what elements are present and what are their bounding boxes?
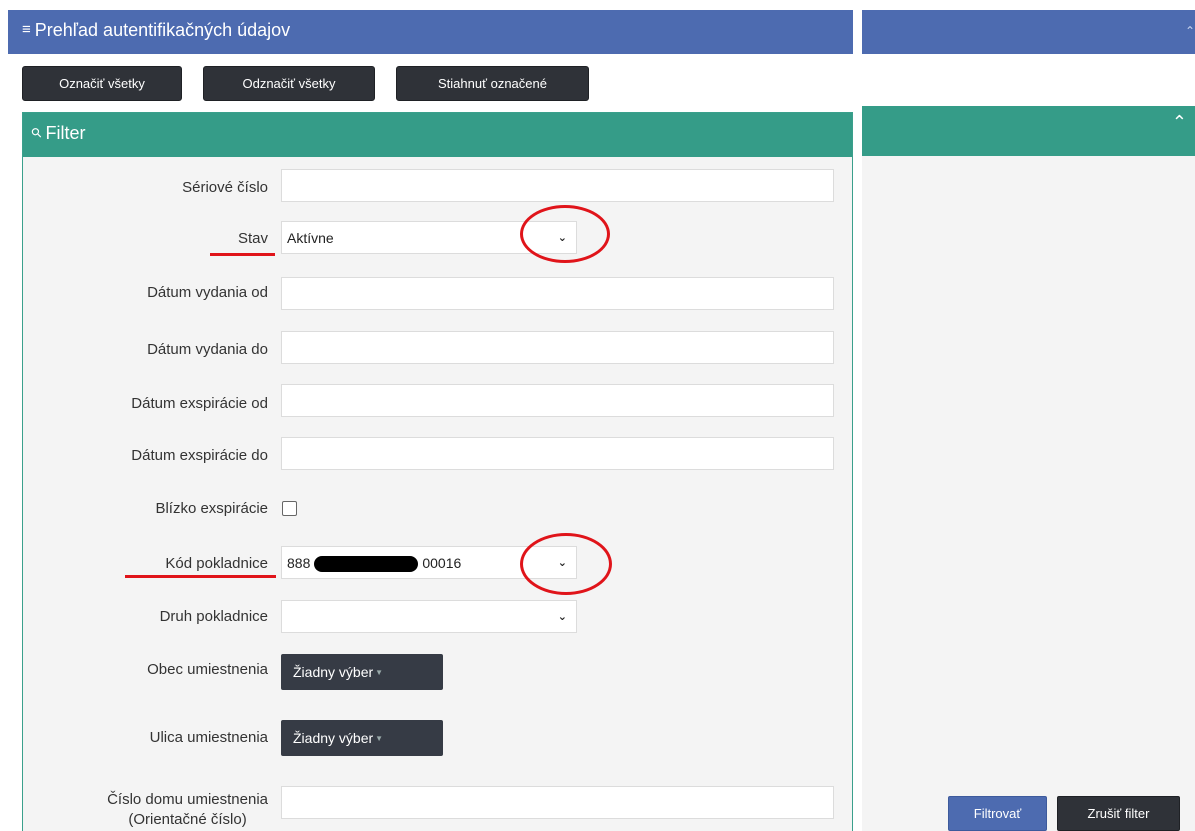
caret-down-icon: ▼ <box>375 734 384 743</box>
header-right-panel: ⌃ <box>862 10 1195 54</box>
issued-from-input[interactable] <box>281 277 834 310</box>
collapse-icon[interactable]: ⌃ <box>1185 24 1195 38</box>
near-expiry-checkbox[interactable] <box>282 501 297 516</box>
right-panel-body <box>862 156 1195 831</box>
deselect-all-button[interactable]: Odznačiť všetky <box>203 66 375 101</box>
near-expiry-label: Blízko exspirácie <box>155 500 268 517</box>
chevron-up-icon[interactable]: ⌃ <box>1172 112 1187 133</box>
house-number-label-line2: (Orientačné číslo) <box>128 811 247 828</box>
annotation-underline-status <box>210 253 275 256</box>
municipality-dropdown-value: Žiadny výber <box>293 664 374 680</box>
filter-apply-button[interactable]: Filtrovať <box>948 796 1047 831</box>
street-dropdown[interactable]: Žiadny výber ▼ <box>281 720 443 756</box>
register-type-select[interactable]: ⌄ <box>281 600 577 633</box>
annotation-circle-register-code <box>520 533 612 595</box>
download-selected-button[interactable]: Stiahnuť označené <box>396 66 589 101</box>
page-header: ≡ Prehľad autentifikačných údajov <box>8 10 853 54</box>
filter-title: Filter <box>45 123 86 143</box>
expiry-from-label: Dátum exspirácie od <box>131 395 268 412</box>
issued-from-label: Dátum vydania od <box>147 284 268 301</box>
status-label: Stav <box>237 230 268 247</box>
house-number-input[interactable] <box>281 786 834 819</box>
register-code-prefix: 888 <box>287 555 311 571</box>
expiry-from-input[interactable] <box>281 384 834 417</box>
annotation-underline-register-code <box>125 575 276 578</box>
house-number-label: Číslo domu umiestnenia (Orientačné číslo… <box>107 790 268 830</box>
issued-to-label: Dátum vydania do <box>147 341 268 358</box>
page-title: Prehľad autentifikačných údajov <box>34 20 291 40</box>
caret-down-icon: ▼ <box>375 668 384 677</box>
house-number-label-line1: Číslo domu umiestnenia <box>107 791 268 808</box>
issued-to-input[interactable] <box>281 331 834 364</box>
filter-cancel-button[interactable]: Zrušiť filter <box>1057 796 1180 831</box>
register-code-suffix: 00016 <box>422 555 462 571</box>
expiry-to-input[interactable] <box>281 437 834 470</box>
register-type-label: Druh pokladnice <box>159 608 268 625</box>
status-select-value: Aktívne <box>287 230 334 246</box>
filter-panel-header[interactable]: ⚲Filter <box>23 113 852 157</box>
right-panel-header[interactable]: ⌃ <box>862 106 1195 156</box>
serial-number-label: Sériové číslo <box>182 179 268 196</box>
municipality-label: Obec umiestnenia <box>147 661 268 678</box>
register-code-label: Kód pokladnice <box>165 555 268 572</box>
chevron-down-icon: ⌄ <box>557 611 567 623</box>
annotation-circle-status <box>520 205 610 263</box>
select-all-button[interactable]: Označiť všetky <box>22 66 182 101</box>
municipality-dropdown[interactable]: Žiadny výber ▼ <box>281 654 443 690</box>
search-icon: ⚲ <box>27 123 46 142</box>
street-dropdown-value: Žiadny výber <box>293 730 374 746</box>
hamburger-icon[interactable]: ≡ <box>22 21 31 38</box>
redaction-mask <box>314 556 418 572</box>
street-label: Ulica umiestnenia <box>149 729 268 746</box>
serial-number-input[interactable] <box>281 169 834 202</box>
expiry-to-label: Dátum exspirácie do <box>131 447 268 464</box>
page-left-edge <box>0 0 8 831</box>
